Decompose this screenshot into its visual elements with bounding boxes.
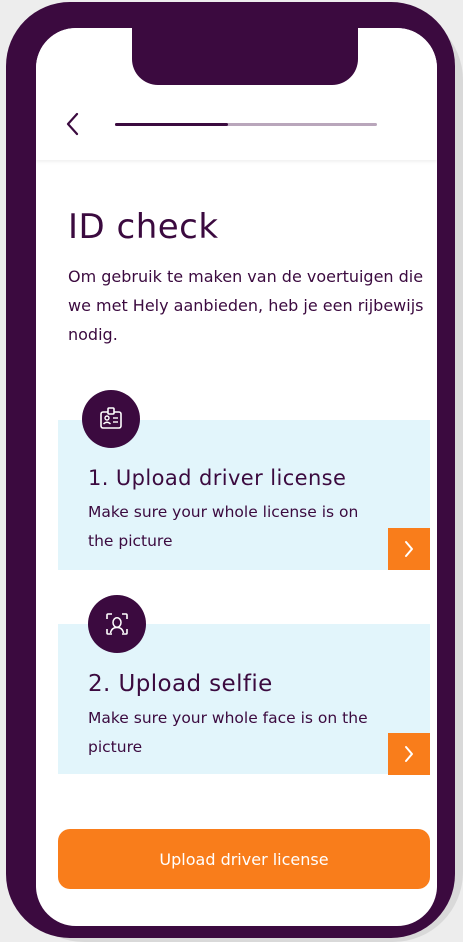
step-next-button[interactable] [388,528,430,570]
step-description: Make sure your whole license is on the p… [88,503,359,550]
main-content: ID check Om gebruik te maken van de voer… [0,0,463,942]
upload-driver-license-button[interactable]: Upload driver license [58,829,430,889]
step-next-button[interactable] [388,733,430,775]
chevron-right-icon [405,541,413,557]
step-icon-badge [88,595,146,653]
step-title: 1. Upload driver license [88,466,347,490]
step-description: Make sure your whole face is on the pict… [88,709,368,756]
chevron-right-icon [405,746,413,762]
id-card-icon [100,407,122,429]
page-title: ID check [68,207,219,247]
step-card-driver-license[interactable]: 1. Upload driver license Make sure your … [58,390,430,570]
intro-text: Om gebruik te maken van de voertuigen di… [68,267,424,344]
step-card-selfie[interactable]: 2. Upload selfie Make sure your whole fa… [58,595,430,775]
step-icon-badge [82,390,140,448]
face-scan-icon [106,613,128,635]
step-title: 2. Upload selfie [88,671,273,697]
